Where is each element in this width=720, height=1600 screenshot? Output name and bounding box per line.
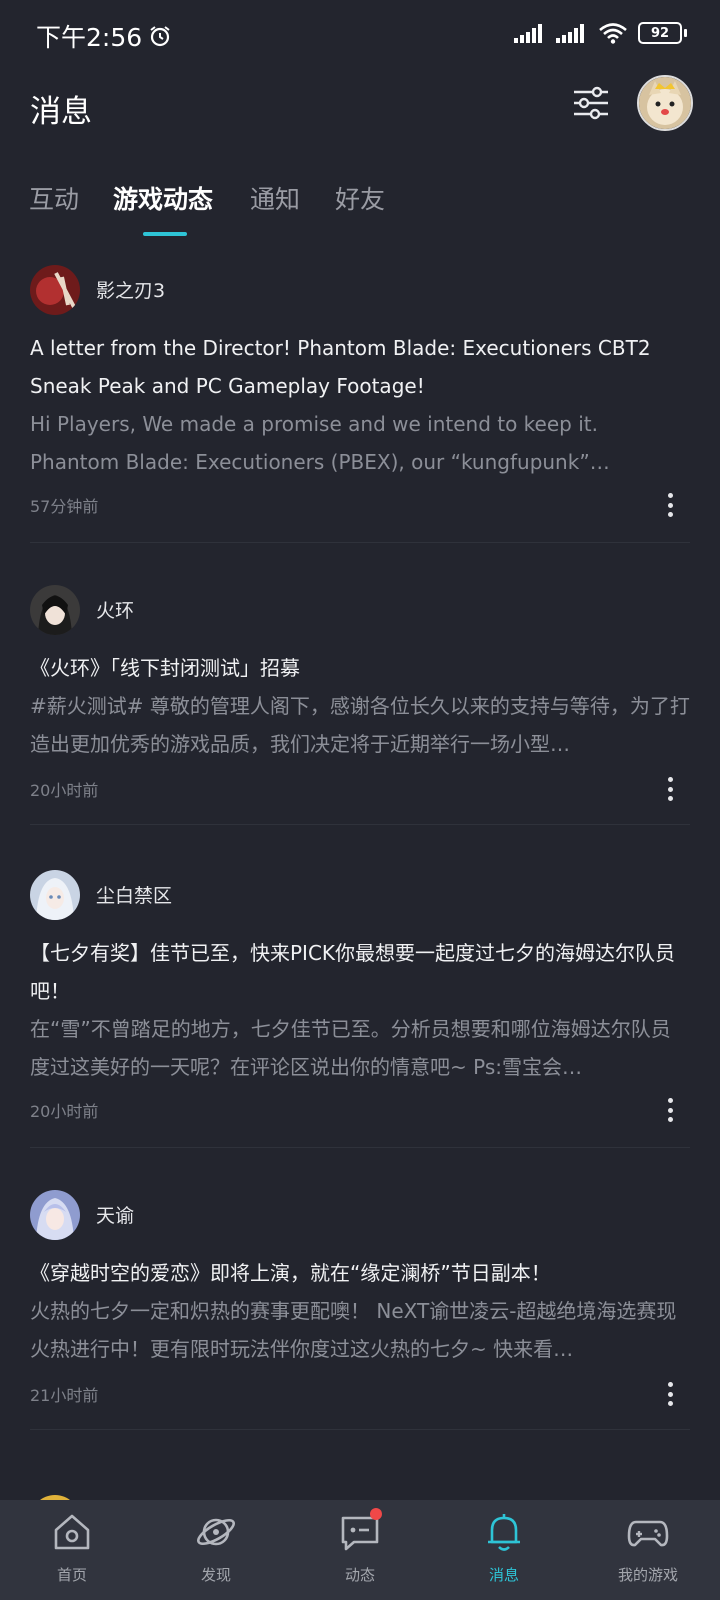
post-title: A letter from the Director! Phantom Blad… xyxy=(30,336,651,398)
tab-game-news[interactable]: 游戏动态 xyxy=(113,180,213,216)
header: 消息 xyxy=(0,70,720,175)
page-title: 消息 xyxy=(30,94,92,130)
bottom-navigation: 首页 发现 动态 消息 我的游戏 xyxy=(0,1500,720,1600)
game-name: 尘白禁区 xyxy=(96,885,173,907)
nav-label: 消息 xyxy=(488,1566,519,1584)
list-item[interactable]: 影之刃3 A letter from the Director! Phantom… xyxy=(0,255,720,543)
tab-friends[interactable]: 好友 xyxy=(335,180,385,216)
nav-label: 动态 xyxy=(344,1566,375,1584)
game-logo-icon xyxy=(30,585,80,635)
divider xyxy=(30,824,690,825)
nav-my-games[interactable]: 我的游戏 xyxy=(588,1510,708,1585)
post-preview: #薪火测试# 尊敬的管理人阁下，感谢各位长久以来的支持与等待，为了打造出更加优秀… xyxy=(30,694,690,756)
post-title: 《穿越时空的爱恋》即将上演，就在“缘定澜桥”节日副本！ xyxy=(30,1261,551,1285)
nav-feed[interactable]: 动态 xyxy=(300,1508,420,1585)
post-time: 57分钟前 xyxy=(30,497,99,516)
bell-icon xyxy=(482,1510,526,1554)
list-item[interactable]: 尘白禁区 【七夕有奖】佳节已至，快来PICK你最想要一起度过七夕的海姆达尔队员吧… xyxy=(0,860,720,1148)
user-avatar[interactable] xyxy=(637,75,693,131)
list-item[interactable]: 天谕 《穿越时空的爱恋》即将上演，就在“缘定澜桥”节日副本！ 火热的七夕一定和炽… xyxy=(0,1180,720,1468)
divider xyxy=(30,1429,690,1430)
dog-avatar-icon xyxy=(639,77,691,129)
status-time: 下午2:56 xyxy=(36,23,143,52)
battery-indicator: 92 xyxy=(638,22,687,44)
signal-icon xyxy=(514,24,542,43)
list-item[interactable]: 火环 《火环》「线下封闭测试」招募 #薪火测试# 尊敬的管理人阁下，感谢各位长久… xyxy=(0,575,720,863)
more-options-button[interactable] xyxy=(660,1098,680,1122)
planet-icon xyxy=(194,1510,238,1554)
notification-badge xyxy=(370,1508,382,1520)
divider xyxy=(30,1147,690,1148)
alarm-icon xyxy=(150,26,170,47)
game-avatar[interactable] xyxy=(30,585,80,635)
game-name: 天谕 xyxy=(96,1205,135,1227)
filter-button[interactable] xyxy=(570,82,612,124)
gamepad-icon xyxy=(626,1510,670,1554)
post-title: 【七夕有奖】佳节已至，快来PICK你最想要一起度过七夕的海姆达尔队员吧！ xyxy=(30,941,676,1003)
game-logo-icon xyxy=(30,1190,80,1240)
sliders-icon xyxy=(574,86,608,120)
nav-label: 首页 xyxy=(56,1566,87,1584)
post-time: 20小时前 xyxy=(30,1102,99,1121)
game-logo-icon xyxy=(30,265,80,315)
home-icon xyxy=(50,1510,94,1554)
post-time: 20小时前 xyxy=(30,781,99,800)
active-tab-indicator xyxy=(143,232,187,236)
game-name: 火环 xyxy=(96,600,135,622)
tab-bar: 互动 游戏动态 通知 好友 xyxy=(0,170,720,240)
game-logo-icon xyxy=(30,870,80,920)
nav-home[interactable]: 首页 xyxy=(12,1510,132,1585)
game-avatar[interactable] xyxy=(30,870,80,920)
game-avatar[interactable] xyxy=(30,1190,80,1240)
divider xyxy=(30,542,690,543)
nav-discover[interactable]: 发现 xyxy=(156,1510,276,1585)
post-preview: Hi Players, We made a promise and we int… xyxy=(30,412,598,474)
battery-level: 92 xyxy=(650,25,670,41)
post-time: 21小时前 xyxy=(30,1386,99,1405)
more-options-button[interactable] xyxy=(660,1382,680,1406)
wifi-icon xyxy=(599,23,627,44)
chat-icon xyxy=(338,1508,382,1554)
nav-label: 我的游戏 xyxy=(617,1566,678,1584)
game-name: 影之刃3 xyxy=(96,280,166,302)
tab-notifications[interactable]: 通知 xyxy=(250,180,300,216)
nav-label: 发现 xyxy=(200,1566,231,1584)
game-avatar[interactable] xyxy=(30,265,80,315)
more-options-button[interactable] xyxy=(660,777,680,801)
tab-interactions[interactable]: 互动 xyxy=(29,180,79,216)
nav-messages[interactable]: 消息 xyxy=(444,1510,564,1585)
post-title: 《火环》「线下封闭测试」招募 xyxy=(30,656,300,680)
post-preview: 火热的七夕一定和炽热的赛事更配噢！ NeXT谕世凌云-超越绝境海选赛现火热进行中… xyxy=(30,1299,677,1361)
signal-icon xyxy=(556,24,584,43)
more-options-button[interactable] xyxy=(660,493,680,517)
post-preview: 在“雪”不曾踏足的地方，七夕佳节已至。分析员想要和哪位海姆达尔队员度过这美好的一… xyxy=(30,1017,671,1079)
status-bar: 下午2:56 92 xyxy=(0,0,720,70)
